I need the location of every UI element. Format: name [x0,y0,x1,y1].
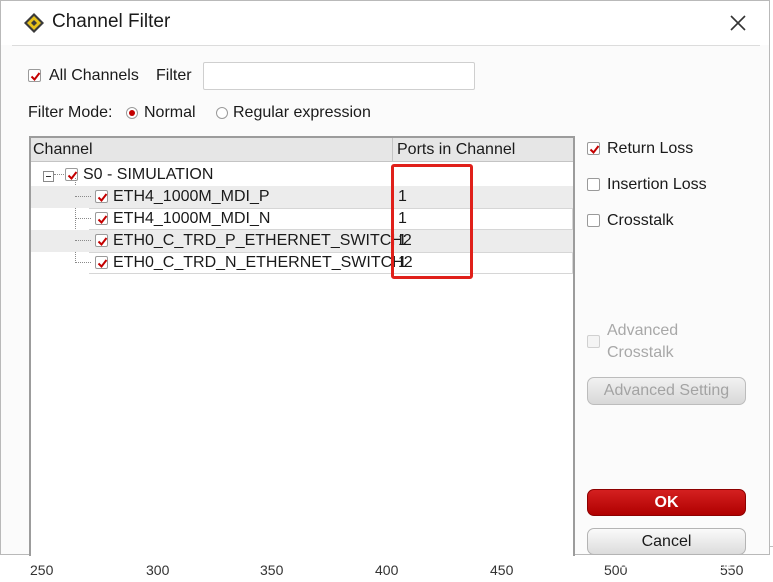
filter-input[interactable] [203,62,475,90]
tree-connector [54,174,64,175]
background-tick: 250 [30,562,54,578]
app-logo-icon [23,12,45,34]
regular-expression-radio[interactable] [216,107,228,119]
advanced-setting-button[interactable]: Advanced Setting [587,377,746,405]
ok-button[interactable]: OK [587,489,746,516]
insertion-loss-label: Insertion Loss [607,176,707,193]
row-checkbox[interactable] [95,234,108,247]
close-icon[interactable] [723,8,753,38]
row-checkbox[interactable] [95,190,108,203]
filter-label: Filter [156,67,192,84]
row-checkbox[interactable] [95,212,108,225]
all-channels-checkbox[interactable] [28,69,41,82]
filter-mode-label: Filter Mode: [28,104,113,121]
return-loss-checkbox[interactable] [587,142,600,155]
column-header-channel[interactable]: Channel [31,138,393,162]
cancel-button[interactable]: Cancel [587,528,746,555]
title-bar: Channel Filter [1,1,769,45]
channel-name: ETH0_C_TRD_P_ETHERNET_SWITCH2 [113,232,412,249]
tree-root-row[interactable]: S0 - SIMULATION [31,164,573,186]
channel-name: ETH0_C_TRD_N_ETHERNET_SWITCH2 [113,254,413,271]
advanced-crosstalk-label-line1: Advanced [607,322,679,339]
watermark-text: CSDN @剑侠蜀山 [618,555,732,571]
background-tick: 350 [260,562,284,578]
channel-filter-dialog: Channel Filter All Channels Filter Filte… [0,0,770,556]
root-checkbox[interactable] [65,168,78,181]
advanced-crosstalk-checkbox[interactable] [587,335,600,348]
collapse-icon[interactable] [43,169,54,182]
row-checkbox[interactable] [95,256,108,269]
advanced-crosstalk-label-line2: Crosstalk [607,344,674,361]
tree-connector [75,240,91,241]
tree-connector [75,218,91,219]
ports-highlight-annotation [391,164,473,279]
tree-connector [75,262,91,263]
table-row[interactable]: ETH0_C_TRD_N_ETHERNET_SWITCH2 1 [31,252,573,274]
title-divider [12,45,760,46]
table-row[interactable]: ETH0_C_TRD_P_ETHERNET_SWITCH2 1 [31,230,573,252]
table-row[interactable]: ETH4_1000M_MDI_P 1 [31,186,573,208]
normal-radio[interactable] [126,107,138,119]
regular-expression-radio-label: Regular expression [233,104,371,121]
background-tick: 400 [375,562,399,578]
normal-radio-label: Normal [144,104,196,121]
all-channels-label: All Channels [49,67,139,84]
column-header-ports[interactable]: Ports in Channel [393,138,573,162]
channel-table[interactable]: Channel Ports in Channel S0 - SIMULATION [29,136,575,556]
return-loss-label: Return Loss [607,140,694,157]
background-tick: 450 [490,562,514,578]
crosstalk-checkbox[interactable] [587,214,600,227]
tree-connector [75,196,91,197]
insertion-loss-checkbox[interactable] [587,178,600,191]
background-tick: 300 [146,562,170,578]
root-label: S0 - SIMULATION [83,166,214,183]
table-row[interactable]: ETH4_1000M_MDI_N 1 [31,208,573,230]
window-title: Channel Filter [52,11,171,32]
crosstalk-label: Crosstalk [607,212,674,229]
channel-name: ETH4_1000M_MDI_P [113,188,270,205]
channel-name: ETH4_1000M_MDI_N [113,210,271,227]
